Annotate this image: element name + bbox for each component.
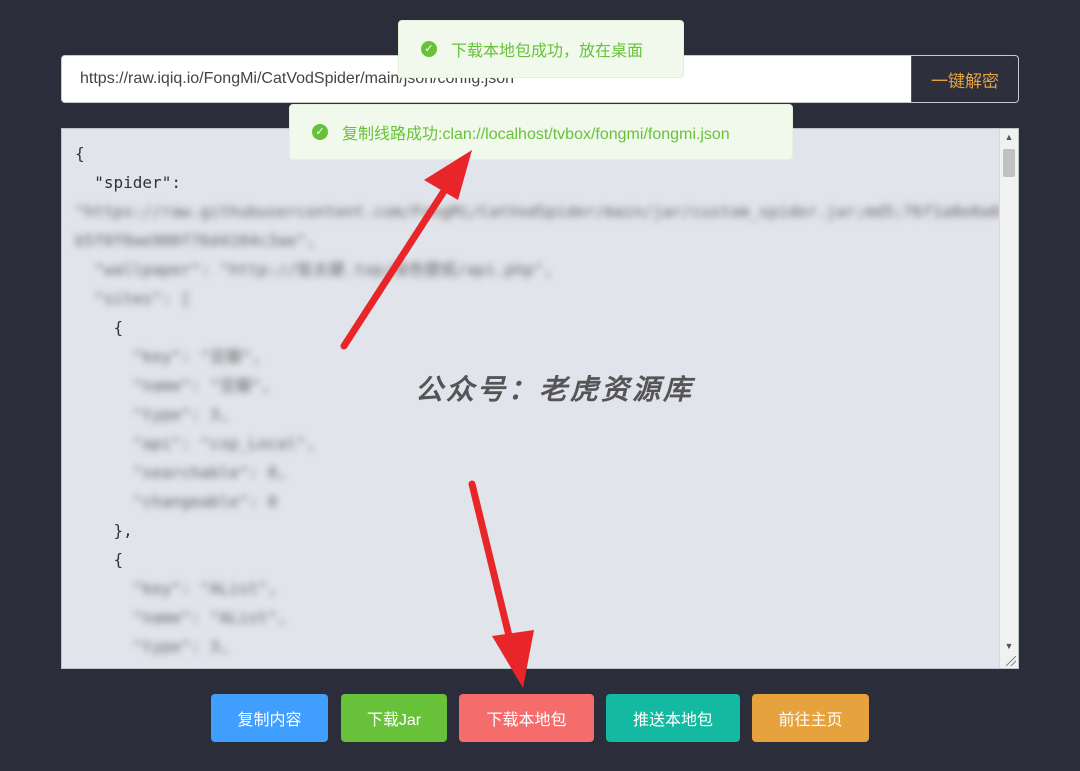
code-line: }, <box>75 521 133 540</box>
code-line: "key": "豆瓣", <box>75 347 262 366</box>
toast-download-success: ✓ 下载本地包成功，放在桌面 <box>398 20 684 78</box>
code-line: "key": "AList", <box>75 579 278 598</box>
push-local-package-button[interactable]: 推送本地包 <box>606 694 740 742</box>
copy-content-button[interactable]: 复制内容 <box>211 694 328 742</box>
code-line: "sites": [ <box>75 289 191 308</box>
code-line: "name": "AList", <box>75 608 287 627</box>
toast-message: 复制线路成功:clan://localhost/tvbox/fongmi/fon… <box>342 126 730 143</box>
resize-handle-icon[interactable] <box>1006 656 1016 666</box>
check-circle-icon: ✓ <box>312 124 328 140</box>
code-line: "api": "csp_Local", <box>75 434 316 453</box>
code-line: { <box>75 318 124 337</box>
toast-message: 下载本地包成功，放在桌面 <box>451 43 644 60</box>
scrollbar[interactable]: ▲ ▼ <box>999 129 1018 668</box>
code-line: { <box>75 550 124 569</box>
watermark: 公众号：老虎资源库 <box>415 373 695 406</box>
toast-copy-success: ✓ 复制线路成功:clan://localhost/tvbox/fongmi/f… <box>289 104 793 160</box>
check-circle-icon: ✓ <box>421 41 437 57</box>
code-line: "searchable": 0, <box>75 463 287 482</box>
scroll-thumb[interactable] <box>1003 149 1015 177</box>
code-line: b5f0f0ae900f76d4104c3ae", <box>75 231 316 250</box>
code-line: "changeable": 0 <box>75 492 278 511</box>
download-jar-button[interactable]: 下载Jar <box>341 694 447 742</box>
code-line: "spider": <box>75 173 181 192</box>
code-line: "wallpaper": "http://饭太硬.top/深色壁纸/api.ph… <box>75 260 554 279</box>
download-local-package-button[interactable]: 下载本地包 <box>459 694 594 742</box>
decrypt-button[interactable]: 一键解密 <box>911 56 1018 102</box>
code-line: "type": 3, <box>75 637 230 656</box>
go-home-button[interactable]: 前往主页 <box>752 694 869 742</box>
code-line: "https://raw.githubusercontent.com/FongM… <box>75 202 1010 221</box>
scroll-down-arrow-icon[interactable]: ▼ <box>1000 638 1018 654</box>
scroll-up-arrow-icon[interactable]: ▲ <box>1000 129 1018 145</box>
